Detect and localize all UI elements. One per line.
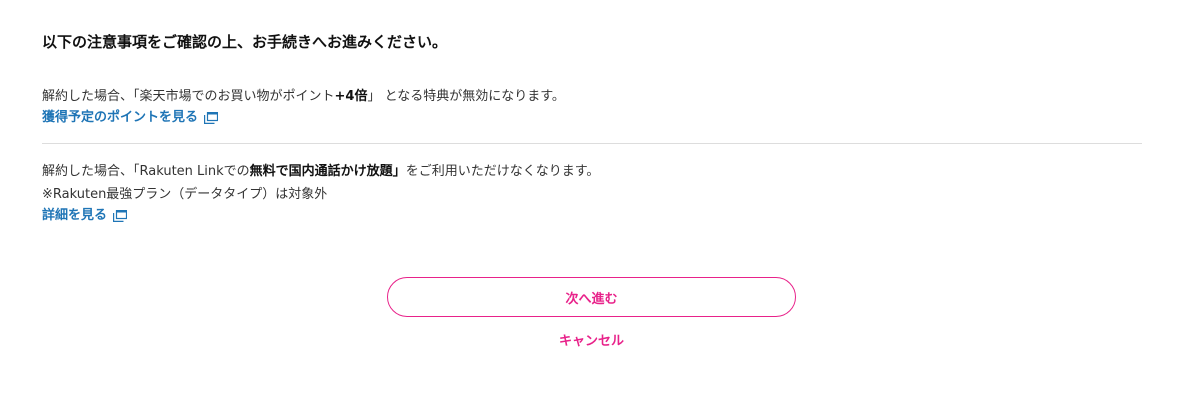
view-details-link[interactable]: 詳細を見る bbox=[42, 206, 128, 226]
notice-text-post: 」 となる特典が無効になります。 bbox=[367, 89, 565, 104]
notice-text: 解約した場合、「Rakuten Linkでの無料で国内通話かけ放題」をご利用いた… bbox=[42, 163, 1142, 181]
notice-text-pre: 解約した場合、「楽天市場でのお買い物がポイント bbox=[42, 89, 335, 104]
notice-free-calls: 解約した場合、「Rakuten Linkでの無料で国内通話かけ放題」をご利用いた… bbox=[42, 163, 1142, 226]
notice-text-post: をご利用いただけなくなります。 bbox=[405, 164, 600, 179]
next-button[interactable]: 次へ進む bbox=[387, 277, 796, 317]
notice-text-pre: 解約した場合、「Rakuten Linkでの bbox=[42, 164, 250, 179]
view-points-link[interactable]: 獲得予定のポイントを見る bbox=[42, 108, 219, 128]
notice-text-bold: 無料で国内通話かけ放題」 bbox=[249, 164, 406, 179]
section-divider bbox=[42, 143, 1142, 144]
external-window-icon bbox=[204, 112, 219, 124]
excluded-plan-note: ※Rakuten最強プラン（データタイプ）は対象外 bbox=[42, 187, 328, 202]
notice-text: 解約した場合、「楽天市場でのお買い物がポイント+4倍」 となる特典が無効になりま… bbox=[42, 88, 1142, 106]
external-window-icon bbox=[113, 210, 128, 222]
view-details-link-label: 詳細を見る bbox=[42, 208, 108, 223]
page-title: 以下の注意事項をご確認の上、お手続きへお進みください。 bbox=[42, 33, 448, 51]
notice-points-bonus: 解約した場合、「楽天市場でのお買い物がポイント+4倍」 となる特典が無効になりま… bbox=[42, 88, 1142, 128]
notice-text-bold: +4倍 bbox=[334, 89, 368, 104]
view-points-link-label: 獲得予定のポイントを見る bbox=[42, 110, 199, 125]
cancel-link[interactable]: キャンセル bbox=[387, 330, 796, 349]
